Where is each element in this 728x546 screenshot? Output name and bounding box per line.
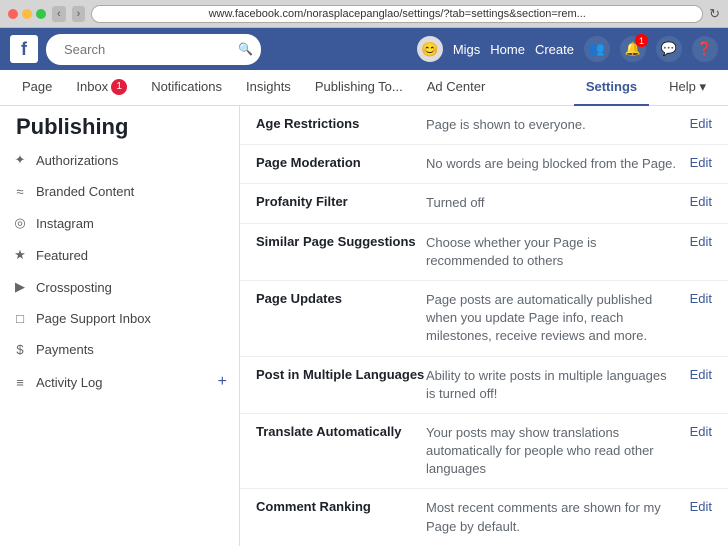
comment-ranking-value: Most recent comments are shown for my Pa… xyxy=(426,499,680,535)
sidebar-item-crossposting[interactable]: ▶ Crossposting xyxy=(0,271,239,303)
sidebar-label-payments: Payments xyxy=(36,342,94,357)
sidebar-item-authorizations[interactable]: ✦ Authorizations xyxy=(0,144,239,176)
browser-window-controls xyxy=(8,9,46,19)
comment-ranking-edit[interactable]: Edit xyxy=(690,499,712,514)
featured-icon: ★ xyxy=(12,247,28,263)
page-nav-notifications[interactable]: Notifications xyxy=(139,70,234,106)
user-name: Migs xyxy=(453,42,480,57)
sidebar-label-page-support: Page Support Inbox xyxy=(36,311,151,326)
notifications-icon-btn[interactable]: 🔔 1 xyxy=(620,36,646,62)
profanity-edit[interactable]: Edit xyxy=(690,194,712,209)
translate-edit[interactable]: Edit xyxy=(690,424,712,439)
publishing-section-label: Publishing xyxy=(0,106,239,144)
minimize-window-btn[interactable] xyxy=(22,9,32,19)
activity-log-add-btn[interactable]: + xyxy=(218,373,227,391)
crossposting-icon: ▶ xyxy=(12,279,28,295)
comment-ranking-label: Comment Ranking xyxy=(256,499,426,514)
search-input[interactable] xyxy=(54,37,234,62)
page-nav: Page Inbox 1 Notifications Insights Publ… xyxy=(0,70,728,106)
page-nav-right: Settings Help ▾ xyxy=(574,70,718,106)
settings-row-translate: Translate Automatically Your posts may s… xyxy=(240,414,728,490)
forward-button[interactable]: › xyxy=(72,6,86,22)
settings-row-page-moderation: Page Moderation No words are being block… xyxy=(240,145,728,184)
home-link[interactable]: Home xyxy=(490,42,525,57)
settings-row-profanity: Profanity Filter Turned off Edit xyxy=(240,184,728,223)
page-moderation-label: Page Moderation xyxy=(256,155,426,170)
settings-row-age-restrictions: Age Restrictions Page is shown to everyo… xyxy=(240,106,728,145)
sidebar-label-branded-content: Branded Content xyxy=(36,184,134,199)
sidebar-label-authorizations: Authorizations xyxy=(36,153,118,168)
messages-icon-btn[interactable]: 💬 xyxy=(656,36,682,62)
sidebar-item-branded-content[interactable]: ≈ Branded Content xyxy=(0,176,239,207)
page-nav-page[interactable]: Page xyxy=(10,70,64,106)
similar-pages-edit[interactable]: Edit xyxy=(690,234,712,249)
inbox-badge: 1 xyxy=(111,79,127,95)
page-moderation-value: No words are being blocked from the Page… xyxy=(426,155,680,173)
sidebar-item-payments[interactable]: $ Payments xyxy=(0,334,239,365)
url-bar[interactable]: www.facebook.com/norasplacepanglao/setti… xyxy=(91,5,703,23)
sidebar-label-featured: Featured xyxy=(36,248,88,263)
sidebar-item-page-support[interactable]: □ Page Support Inbox xyxy=(0,303,239,334)
maximize-window-btn[interactable] xyxy=(36,9,46,19)
page-nav-inbox[interactable]: Inbox 1 xyxy=(64,70,139,106)
page-nav-insights[interactable]: Insights xyxy=(234,70,303,106)
browser-chrome: ‹ › www.facebook.com/norasplacepanglao/s… xyxy=(0,0,728,28)
sidebar-item-instagram[interactable]: ◎ Instagram xyxy=(0,207,239,239)
create-link[interactable]: Create xyxy=(535,42,574,57)
similar-pages-value: Choose whether your Page is recommended … xyxy=(426,234,680,270)
close-window-btn[interactable] xyxy=(8,9,18,19)
settings-row-multiple-languages: Post in Multiple Languages Ability to wr… xyxy=(240,357,728,414)
multiple-languages-value: Ability to write posts in multiple langu… xyxy=(426,367,680,403)
authorizations-icon: ✦ xyxy=(12,152,28,168)
page-updates-value: Page posts are automatically published w… xyxy=(426,291,680,346)
sidebar-label-instagram: Instagram xyxy=(36,216,94,231)
activity-log-icon: ≡ xyxy=(12,375,28,390)
search-icon: 🔍 xyxy=(238,42,253,56)
age-restrictions-edit[interactable]: Edit xyxy=(690,116,712,131)
sidebar-item-activity-log[interactable]: ≡ Activity Log + xyxy=(0,365,239,399)
translate-value: Your posts may show translations automat… xyxy=(426,424,680,479)
page-nav-publishing[interactable]: Publishing To... xyxy=(303,70,415,106)
topnav-right: 😊 Migs Home Create 👥 🔔 1 💬 ❓ xyxy=(417,36,718,62)
page-nav-help[interactable]: Help ▾ xyxy=(657,70,718,106)
profanity-label: Profanity Filter xyxy=(256,194,426,209)
payments-icon: $ xyxy=(12,342,28,357)
refresh-button[interactable]: ↻ xyxy=(709,6,720,22)
sidebar: Publishing ✦ Authorizations ≈ Branded Co… xyxy=(0,106,240,546)
instagram-icon: ◎ xyxy=(12,215,28,231)
age-restrictions-value: Page is shown to everyone. xyxy=(426,116,680,134)
page-moderation-edit[interactable]: Edit xyxy=(690,155,712,170)
help-icon-btn[interactable]: ❓ xyxy=(692,36,718,62)
back-button[interactable]: ‹ xyxy=(52,6,66,22)
multiple-languages-edit[interactable]: Edit xyxy=(690,367,712,382)
friends-icon-btn[interactable]: 👥 xyxy=(584,36,610,62)
sidebar-label-activity-log: Activity Log xyxy=(36,375,102,390)
page-nav-adcenter[interactable]: Ad Center xyxy=(415,70,498,106)
sidebar-item-featured[interactable]: ★ Featured xyxy=(0,239,239,271)
notification-badge: 1 xyxy=(635,34,648,47)
similar-pages-label: Similar Page Suggestions xyxy=(256,234,426,249)
avatar[interactable]: 😊 xyxy=(417,36,443,62)
sidebar-label-crossposting: Crossposting xyxy=(36,280,112,295)
page-updates-label: Page Updates xyxy=(256,291,426,306)
multiple-languages-label: Post in Multiple Languages xyxy=(256,367,426,382)
settings-row-page-updates: Page Updates Page posts are automaticall… xyxy=(240,281,728,357)
main-content: Publishing ✦ Authorizations ≈ Branded Co… xyxy=(0,106,728,546)
facebook-topnav: f 🔍 😊 Migs Home Create 👥 🔔 1 💬 ❓ xyxy=(0,28,728,70)
page-updates-edit[interactable]: Edit xyxy=(690,291,712,306)
page-nav-settings[interactable]: Settings xyxy=(574,70,649,106)
settings-row-comment-ranking: Comment Ranking Most recent comments are… xyxy=(240,489,728,546)
page-support-icon: □ xyxy=(12,311,28,326)
right-panel: Age Restrictions Page is shown to everyo… xyxy=(240,106,728,546)
age-restrictions-label: Age Restrictions xyxy=(256,116,426,131)
settings-row-similar-pages: Similar Page Suggestions Choose whether … xyxy=(240,224,728,281)
branded-content-icon: ≈ xyxy=(12,184,28,199)
facebook-logo: f xyxy=(10,35,38,63)
translate-label: Translate Automatically xyxy=(256,424,426,439)
profanity-value: Turned off xyxy=(426,194,680,212)
